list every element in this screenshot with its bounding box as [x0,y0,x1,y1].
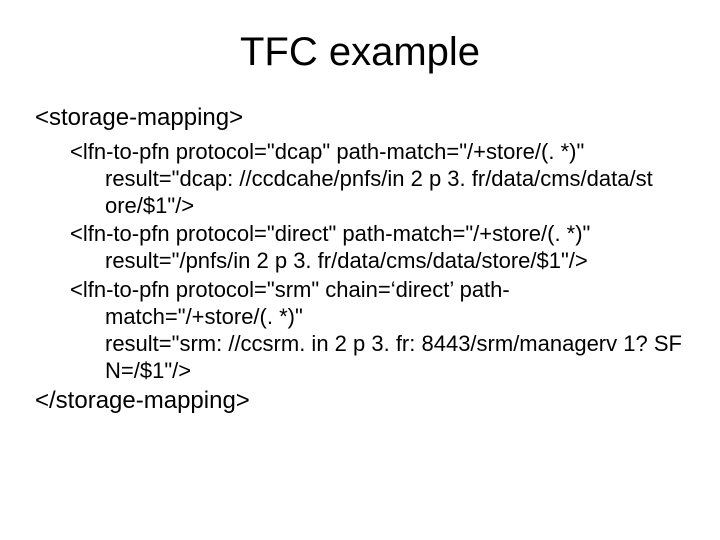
storage-mapping-close: </storage-mapping> [35,386,685,416]
lfn-entry-cont: ore/$1"/> [70,193,685,220]
lfn-entry: <lfn-to-pfn protocol="srm" chain=‘direct… [35,277,685,384]
lfn-entry-first: <lfn-to-pfn protocol="srm" chain=‘direct… [70,277,510,302]
lfn-entry-first: <lfn-to-pfn protocol="dcap" path-match="… [70,139,584,164]
lfn-entry-cont: N=/$1"/> [70,358,685,385]
slide-title: TFC example [35,30,685,75]
lfn-entry-cont: match="/+store/(. *)" [70,304,685,331]
lfn-entry-cont: result="dcap: //ccdcahe/pnfs/in 2 p 3. f… [70,166,685,193]
lfn-entry-first: <lfn-to-pfn protocol="direct" path-match… [70,221,590,246]
lfn-entry-cont: result="/pnfs/in 2 p 3. fr/data/cms/data… [70,248,685,275]
lfn-entry: <lfn-to-pfn protocol="direct" path-match… [35,221,685,275]
lfn-entry: <lfn-to-pfn protocol="dcap" path-match="… [35,139,685,219]
slide: TFC example <storage-mapping> <lfn-to-pf… [0,0,720,540]
lfn-entry-cont: result="srm: //ccsrm. in 2 p 3. fr: 8443… [70,331,685,358]
storage-mapping-open: <storage-mapping> [35,103,685,133]
